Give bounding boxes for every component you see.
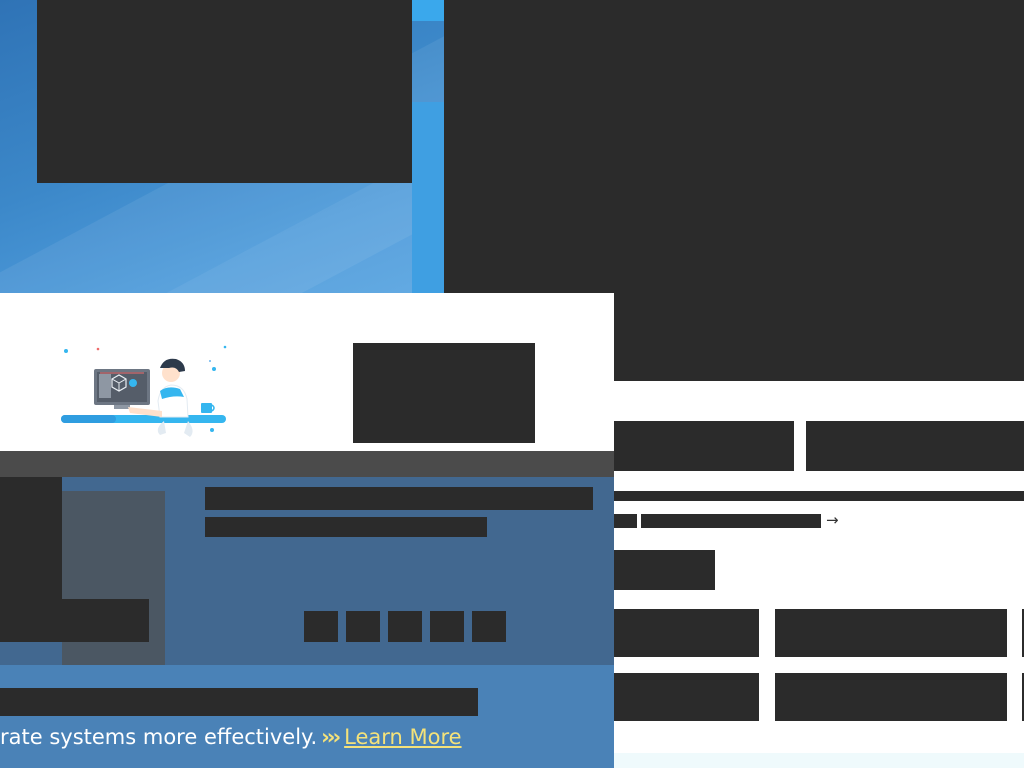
redacted-subheading [205,517,487,537]
redacted-heading [614,550,715,590]
redacted-link[interactable] [641,514,821,528]
redacted-block [0,599,149,642]
redacted-window [37,0,412,183]
screen: rate systems more effectively. ››› Learn M… [0,0,1024,768]
redacted-tile[interactable] [614,609,759,657]
redacted-banner-line [0,688,478,716]
redacted-tile[interactable] [775,673,1007,721]
redacted-heading [205,487,593,510]
redacted-line [614,491,1024,501]
wallpaper-accent [412,102,444,293]
promo-panel [0,293,614,451]
redacted-icon-button[interactable] [430,611,464,642]
section-divider [0,451,614,477]
redacted-tile[interactable] [775,609,1007,657]
redacted-promo-text [353,343,535,443]
right-content-panel [614,381,1024,768]
banner-message: rate systems more effectively. ››› Learn M… [0,719,462,755]
wallpaper-accent [412,0,444,21]
redacted-text [614,514,637,528]
person-at-computer-illustration [61,345,227,437]
redacted-button[interactable] [614,421,794,471]
banner-text: rate systems more effectively. [0,725,318,749]
redacted-icon-button[interactable] [304,611,338,642]
redacted-icon-button[interactable] [388,611,422,642]
arrow-right-icon[interactable]: → [826,510,839,530]
panel-footer [614,753,1024,768]
chevrons-icon: ››› [321,725,341,749]
redacted-tile[interactable] [614,673,759,721]
redacted-icon-button[interactable] [472,611,506,642]
redacted-icon-button[interactable] [346,611,380,642]
redacted-block [0,477,62,599]
blue-section [0,477,614,665]
redacted-button[interactable] [806,421,1024,471]
learn-more-link[interactable]: Learn More [344,725,461,749]
